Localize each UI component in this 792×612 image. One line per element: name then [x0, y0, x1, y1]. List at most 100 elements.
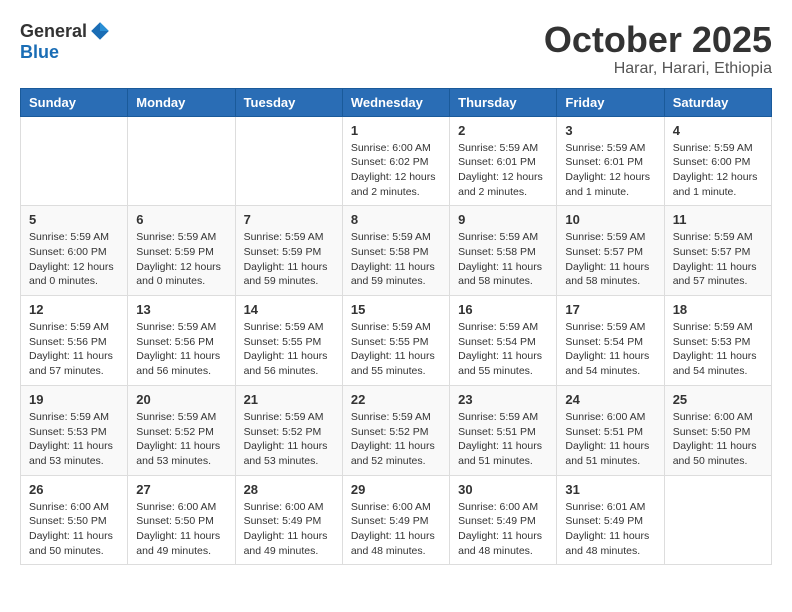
weekday-header: Tuesday: [235, 88, 342, 116]
day-info: Sunrise: 5:59 AM Sunset: 6:01 PM Dayligh…: [565, 141, 655, 200]
logo-blue: Blue: [20, 42, 111, 63]
day-number: 9: [458, 212, 548, 227]
page-header: General Blue October 2025 Harar, Harari,…: [20, 20, 772, 78]
calendar-cell: 25 Sunrise: 6:00 AM Sunset: 5:50 PM Dayli…: [664, 385, 771, 475]
weekday-header-row: SundayMondayTuesdayWednesdayThursdayFrid…: [21, 88, 772, 116]
day-number: 31: [565, 482, 655, 497]
day-number: 1: [351, 123, 441, 138]
day-info: Sunrise: 5:59 AM Sunset: 5:54 PM Dayligh…: [565, 320, 655, 379]
location: Harar, Harari, Ethiopia: [544, 60, 772, 78]
day-number: 5: [29, 212, 119, 227]
day-info: Sunrise: 5:59 AM Sunset: 6:01 PM Dayligh…: [458, 141, 548, 200]
day-info: Sunrise: 5:59 AM Sunset: 5:59 PM Dayligh…: [244, 230, 334, 289]
day-info: Sunrise: 6:00 AM Sunset: 5:50 PM Dayligh…: [673, 410, 763, 469]
day-number: 18: [673, 302, 763, 317]
day-number: 12: [29, 302, 119, 317]
day-info: Sunrise: 5:59 AM Sunset: 5:52 PM Dayligh…: [136, 410, 226, 469]
month-title: October 2025: [544, 20, 772, 60]
day-number: 2: [458, 123, 548, 138]
day-info: Sunrise: 5:59 AM Sunset: 5:52 PM Dayligh…: [244, 410, 334, 469]
day-info: Sunrise: 5:59 AM Sunset: 5:54 PM Dayligh…: [458, 320, 548, 379]
calendar-cell: 19 Sunrise: 5:59 AM Sunset: 5:53 PM Dayli…: [21, 385, 128, 475]
day-info: Sunrise: 5:59 AM Sunset: 6:00 PM Dayligh…: [673, 141, 763, 200]
day-number: 24: [565, 392, 655, 407]
calendar-week-row: 19 Sunrise: 5:59 AM Sunset: 5:53 PM Dayli…: [21, 385, 772, 475]
day-info: Sunrise: 5:59 AM Sunset: 6:00 PM Dayligh…: [29, 230, 119, 289]
calendar-cell: 23 Sunrise: 5:59 AM Sunset: 5:51 PM Dayli…: [450, 385, 557, 475]
day-info: Sunrise: 5:59 AM Sunset: 5:56 PM Dayligh…: [29, 320, 119, 379]
day-number: 16: [458, 302, 548, 317]
calendar-cell: 27 Sunrise: 6:00 AM Sunset: 5:50 PM Dayli…: [128, 475, 235, 565]
calendar-cell: 13Sunrise: 5:59 AM Sunset: 5:56 PM Dayli…: [128, 296, 235, 386]
day-info: Sunrise: 5:59 AM Sunset: 5:56 PM Dayligh…: [136, 320, 226, 379]
calendar-cell: 14 Sunrise: 5:59 AM Sunset: 5:55 PM Dayli…: [235, 296, 342, 386]
calendar-cell: 15 Sunrise: 5:59 AM Sunset: 5:55 PM Dayli…: [342, 296, 449, 386]
calendar-cell: 17 Sunrise: 5:59 AM Sunset: 5:54 PM Dayli…: [557, 296, 664, 386]
weekday-header: Thursday: [450, 88, 557, 116]
day-info: Sunrise: 5:59 AM Sunset: 5:58 PM Dayligh…: [351, 230, 441, 289]
day-info: Sunrise: 5:59 AM Sunset: 5:53 PM Dayligh…: [29, 410, 119, 469]
day-info: Sunrise: 5:59 AM Sunset: 5:52 PM Dayligh…: [351, 410, 441, 469]
day-number: 26: [29, 482, 119, 497]
day-number: 27: [136, 482, 226, 497]
day-number: 19: [29, 392, 119, 407]
calendar-week-row: 5 Sunrise: 5:59 AM Sunset: 6:00 PM Daylig…: [21, 206, 772, 296]
day-number: 25: [673, 392, 763, 407]
calendar-cell: 22Sunrise: 5:59 AM Sunset: 5:52 PM Dayli…: [342, 385, 449, 475]
day-info: Sunrise: 6:00 AM Sunset: 5:49 PM Dayligh…: [244, 500, 334, 559]
day-info: Sunrise: 6:01 AM Sunset: 5:49 PM Dayligh…: [565, 500, 655, 559]
calendar-cell: 9 Sunrise: 5:59 AM Sunset: 5:58 PM Daylig…: [450, 206, 557, 296]
day-info: Sunrise: 5:59 AM Sunset: 5:59 PM Dayligh…: [136, 230, 226, 289]
calendar-cell: 29 Sunrise: 6:00 AM Sunset: 5:49 PM Dayli…: [342, 475, 449, 565]
weekday-header: Monday: [128, 88, 235, 116]
day-number: 15: [351, 302, 441, 317]
day-info: Sunrise: 6:00 AM Sunset: 5:50 PM Dayligh…: [136, 500, 226, 559]
day-number: 6: [136, 212, 226, 227]
day-number: 29: [351, 482, 441, 497]
day-number: 10: [565, 212, 655, 227]
calendar-cell: 1 Sunrise: 6:00 AM Sunset: 6:02 PM Daylig…: [342, 116, 449, 206]
day-info: Sunrise: 5:59 AM Sunset: 5:57 PM Dayligh…: [565, 230, 655, 289]
day-number: 14: [244, 302, 334, 317]
calendar-cell: 31 Sunrise: 6:01 AM Sunset: 5:49 PM Dayli…: [557, 475, 664, 565]
weekday-header: Friday: [557, 88, 664, 116]
day-number: 23: [458, 392, 548, 407]
day-info: Sunrise: 5:59 AM Sunset: 5:55 PM Dayligh…: [351, 320, 441, 379]
weekday-header: Saturday: [664, 88, 771, 116]
day-info: Sunrise: 5:59 AM Sunset: 5:55 PM Dayligh…: [244, 320, 334, 379]
weekday-header: Wednesday: [342, 88, 449, 116]
day-number: 11: [673, 212, 763, 227]
day-info: Sunrise: 6:00 AM Sunset: 5:49 PM Dayligh…: [351, 500, 441, 559]
day-info: Sunrise: 6:00 AM Sunset: 5:51 PM Dayligh…: [565, 410, 655, 469]
calendar-cell: 5 Sunrise: 5:59 AM Sunset: 6:00 PM Daylig…: [21, 206, 128, 296]
calendar-cell: 12 Sunrise: 5:59 AM Sunset: 5:56 PM Dayli…: [21, 296, 128, 386]
calendar-cell: 26 Sunrise: 6:00 AM Sunset: 5:50 PM Dayli…: [21, 475, 128, 565]
calendar-cell: [128, 116, 235, 206]
day-info: Sunrise: 5:59 AM Sunset: 5:58 PM Dayligh…: [458, 230, 548, 289]
calendar-cell: 24 Sunrise: 6:00 AM Sunset: 5:51 PM Dayli…: [557, 385, 664, 475]
logo-general: General: [20, 21, 87, 42]
day-number: 30: [458, 482, 548, 497]
day-info: Sunrise: 6:00 AM Sunset: 5:50 PM Dayligh…: [29, 500, 119, 559]
weekday-header: Sunday: [21, 88, 128, 116]
calendar-cell: 7 Sunrise: 5:59 AM Sunset: 5:59 PM Daylig…: [235, 206, 342, 296]
calendar-cell: 16 Sunrise: 5:59 AM Sunset: 5:54 PM Dayli…: [450, 296, 557, 386]
calendar-cell: 3 Sunrise: 5:59 AM Sunset: 6:01 PM Daylig…: [557, 116, 664, 206]
calendar-cell: 28Sunrise: 6:00 AM Sunset: 5:49 PM Dayli…: [235, 475, 342, 565]
day-info: Sunrise: 5:59 AM Sunset: 5:57 PM Dayligh…: [673, 230, 763, 289]
day-number: 17: [565, 302, 655, 317]
calendar-cell: 30 Sunrise: 6:00 AM Sunset: 5:49 PM Dayli…: [450, 475, 557, 565]
day-number: 3: [565, 123, 655, 138]
calendar-cell: 18Sunrise: 5:59 AM Sunset: 5:53 PM Dayli…: [664, 296, 771, 386]
day-number: 7: [244, 212, 334, 227]
calendar-cell: [664, 475, 771, 565]
day-number: 20: [136, 392, 226, 407]
calendar-cell: 11 Sunrise: 5:59 AM Sunset: 5:57 PM Dayli…: [664, 206, 771, 296]
day-info: Sunrise: 6:00 AM Sunset: 5:49 PM Dayligh…: [458, 500, 548, 559]
calendar-cell: 21Sunrise: 5:59 AM Sunset: 5:52 PM Dayli…: [235, 385, 342, 475]
day-info: Sunrise: 5:59 AM Sunset: 5:51 PM Dayligh…: [458, 410, 548, 469]
calendar-week-row: 26 Sunrise: 6:00 AM Sunset: 5:50 PM Dayli…: [21, 475, 772, 565]
calendar-cell: 10 Sunrise: 5:59 AM Sunset: 5:57 PM Dayli…: [557, 206, 664, 296]
logo-icon: [89, 20, 111, 42]
day-info: Sunrise: 6:00 AM Sunset: 6:02 PM Dayligh…: [351, 141, 441, 200]
